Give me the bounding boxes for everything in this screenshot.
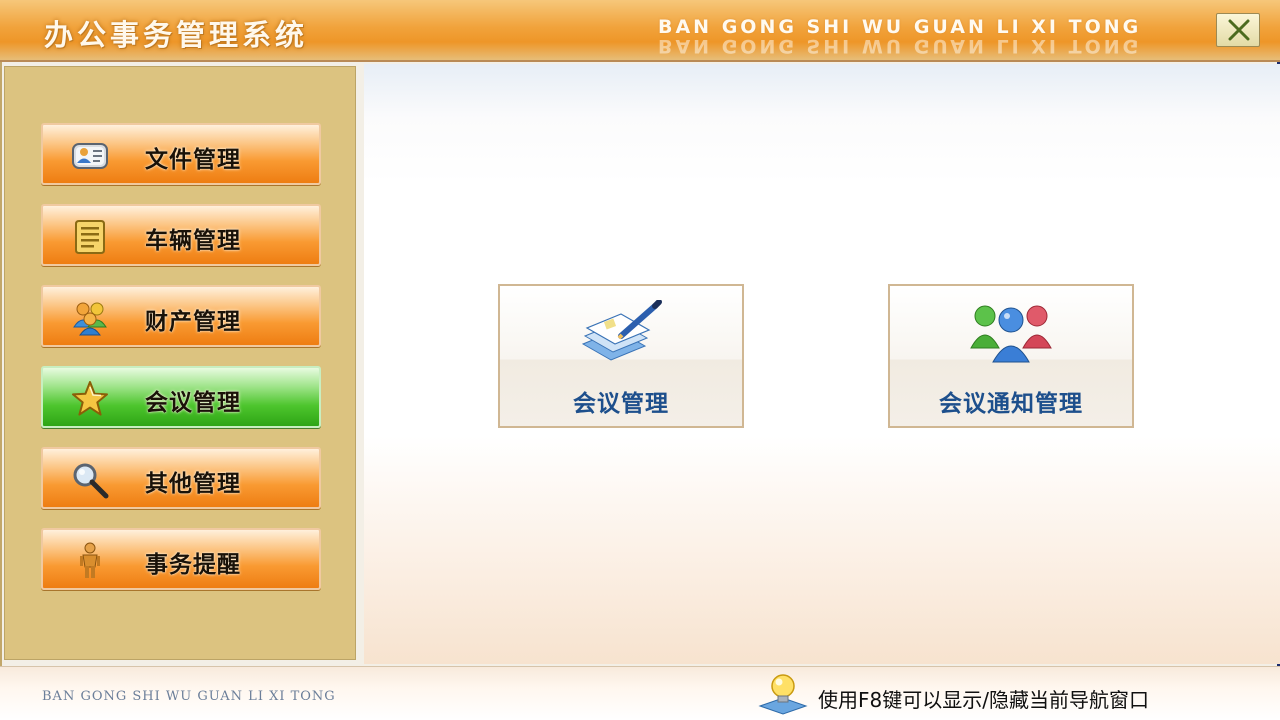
nav-property-management-button[interactable]: 财产管理 — [41, 285, 321, 347]
nav-vehicle-management-label: 车辆管理 — [145, 228, 241, 254]
lightbulb-icon — [758, 674, 808, 715]
nav-property-management-label: 财产管理 — [145, 309, 241, 335]
meeting-notice-management-tile[interactable]: 会议通知管理 — [888, 284, 1134, 428]
title-pinyin-reflection: BAN GONG SHI WU GUAN LI XI TONG — [658, 35, 1142, 57]
app-title: 办公事务管理系统 — [44, 18, 309, 52]
meeting-notice-management-tile-label: 会议通知管理 — [939, 391, 1083, 417]
title-pinyin-banner: BAN GONG SHI WU GUAN LI XI TONG BAN GONG… — [658, 16, 1178, 58]
document-list-icon — [75, 220, 105, 254]
contact-card-icon — [72, 143, 108, 169]
navigation-sidebar: 文件管理 车辆管理 财产管理 会议管理 其他管理 事务提醒 — [4, 66, 356, 660]
nav-task-reminder-label: 事务提醒 — [145, 552, 241, 578]
nav-other-management-button[interactable]: 其他管理 — [41, 447, 321, 509]
notepad-pen-icon — [581, 300, 662, 361]
person-icon — [80, 542, 100, 578]
nav-meeting-management-label: 会议管理 — [145, 390, 241, 416]
close-button[interactable] — [1216, 13, 1260, 47]
status-pinyin: BAN GONG SHI WU GUAN LI XI TONG — [42, 689, 336, 704]
nav-meeting-management-button[interactable]: 会议管理 — [41, 366, 321, 428]
people-group-icon — [970, 305, 1052, 363]
main-content-panel: 会议管理 会议通知管理 — [364, 64, 1280, 664]
users-group-icon — [73, 302, 107, 336]
window-left-edge — [0, 62, 2, 668]
title-bar: 办公事务管理系统 BAN GONG SHI WU GUAN LI XI TONG… — [0, 0, 1280, 62]
meeting-management-tile[interactable]: 会议管理 — [498, 284, 744, 428]
nav-file-management-button[interactable]: 文件管理 — [41, 123, 321, 185]
status-bar: BAN GONG SHI WU GUAN LI XI TONG 使用F8键可以显… — [0, 666, 1280, 720]
nav-task-reminder-button[interactable]: 事务提醒 — [41, 528, 321, 590]
nav-other-management-label: 其他管理 — [145, 471, 241, 497]
nav-vehicle-management-button[interactable]: 车辆管理 — [41, 204, 321, 266]
close-icon — [1228, 19, 1250, 41]
star-icon — [72, 381, 108, 416]
nav-file-management-label: 文件管理 — [145, 147, 241, 173]
magnifier-icon — [73, 463, 109, 499]
meeting-management-tile-label: 会议管理 — [573, 391, 669, 417]
status-tip-text: 使用F8键可以显示/隐藏当前导航窗口 — [818, 688, 1149, 712]
